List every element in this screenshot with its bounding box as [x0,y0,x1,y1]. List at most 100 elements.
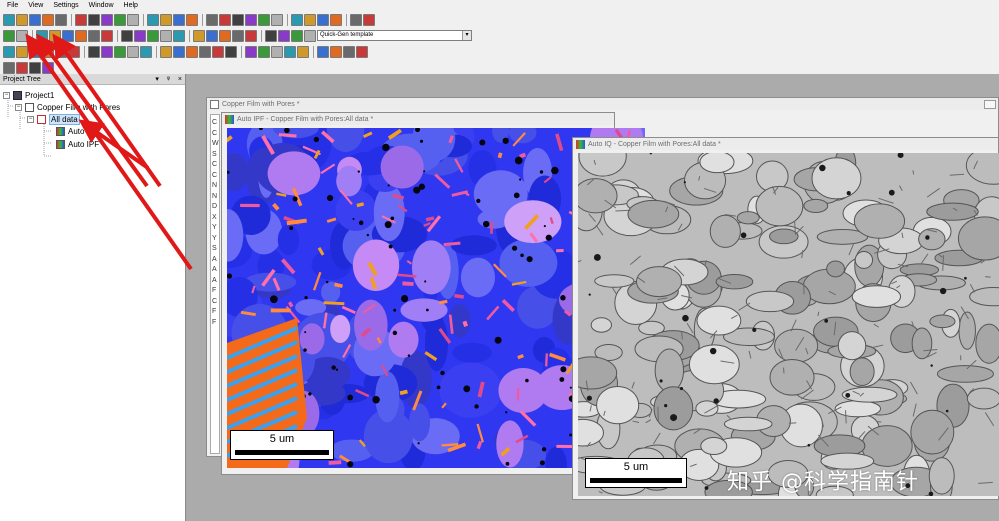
toolbar-button-icon[interactable] [68,45,80,58]
toolbar-button-icon[interactable] [219,29,231,42]
tree-item-project[interactable]: − Project1 [3,89,54,101]
toolbar-button-icon[interactable] [173,29,185,42]
toolbar-button-icon[interactable] [363,13,375,26]
toolbar-button-icon[interactable] [29,61,41,74]
toolbar-button-icon[interactable] [88,29,100,42]
toolbar-button-icon[interactable] [232,29,244,42]
ipf-window-titlebar[interactable]: Auto IPF - Copper Film with Pores:All da… [222,113,614,125]
toolbar-button-icon[interactable] [193,29,205,42]
toolbar-button-icon[interactable] [206,29,218,42]
menu-help[interactable]: Help [124,2,138,9]
dataset-window-titlebar[interactable]: Copper Film with Pores * [207,98,998,110]
toolbar-button-icon[interactable] [3,13,15,26]
toolbar-button-icon[interactable] [29,45,41,58]
toolbar-button-icon[interactable] [350,13,362,26]
toolbar-button-icon[interactable] [49,29,61,42]
toolbar-button-icon[interactable] [278,29,290,42]
ipf-map-window[interactable]: Auto IPF - Copper Film with Pores:All da… [221,112,645,475]
toolbar-button-icon[interactable] [36,29,48,42]
collapse-icon[interactable]: − [27,115,34,123]
toolbar-button-icon[interactable] [258,13,270,26]
toolbar-button-icon[interactable] [29,13,41,26]
toolbar-button-icon[interactable] [343,45,355,58]
toolbar-button-icon[interactable] [101,45,113,58]
toolbar-button-icon[interactable] [75,13,87,26]
toolbar-button-icon[interactable] [356,45,368,58]
toolbar-button-icon[interactable] [42,13,54,26]
toolbar-button-icon[interactable] [245,13,257,26]
toolbar-button-icon[interactable] [140,45,152,58]
toolbar-button-icon[interactable] [212,45,224,58]
toolbar-button-icon[interactable] [160,45,172,58]
toolbar-button-icon[interactable] [75,29,87,42]
toolbar-button-icon[interactable] [232,13,244,26]
toolbar-button-icon[interactable] [114,13,126,26]
toolbar-button-icon[interactable] [62,29,74,42]
toolbar-button-icon[interactable] [186,13,198,26]
toolbar-button-icon[interactable] [55,45,67,58]
toolbar-button-icon[interactable] [291,13,303,26]
toolbar-button-icon[interactable] [16,61,28,74]
toolbar-button-icon[interactable] [55,13,67,26]
toolbar-button-icon[interactable] [199,45,211,58]
pin-icon[interactable]: ᵠ [167,76,170,83]
toolbar-button-icon[interactable] [88,13,100,26]
toolbar-button-icon[interactable] [304,13,316,26]
toolbar-button-icon[interactable] [330,45,342,58]
close-icon[interactable]: × [178,76,182,83]
toolbar-button-icon[interactable] [121,29,133,42]
toolbar-button-icon[interactable] [160,13,172,26]
chevron-down-icon[interactable]: ▾ [462,31,471,40]
toolbar-button-icon[interactable] [225,45,237,58]
tree-item-auto-ipf[interactable]: Auto IPF [56,138,99,150]
toolbar-button-icon[interactable] [16,13,28,26]
toolbar-button-icon[interactable] [101,29,113,42]
toolbar-button-icon[interactable] [271,45,283,58]
toolbar-button-icon[interactable] [206,13,218,26]
toolbar-button-icon[interactable] [3,29,15,42]
restore-button[interactable] [984,100,996,109]
template-combo[interactable]: Quick-Gen template ▾ [317,30,472,41]
toolbar-button-icon[interactable] [3,61,15,74]
collapse-icon[interactable]: − [3,91,10,99]
tree-item-dataset[interactable]: − Copper Film with Pores [15,101,120,113]
toolbar-button-icon[interactable] [16,29,28,42]
toolbar-button-icon[interactable] [245,29,257,42]
toolbar-button-icon[interactable] [127,45,139,58]
toolbar-button-icon[interactable] [173,13,185,26]
toolbar-button-icon[interactable] [271,13,283,26]
toolbar-button-icon[interactable] [134,29,146,42]
toolbar-button-icon[interactable] [147,29,159,42]
toolbar-button-icon[interactable] [16,45,28,58]
collapse-icon[interactable]: − [15,103,22,111]
toolbar-button-icon[interactable] [147,13,159,26]
toolbar-button-icon[interactable] [291,29,303,42]
toolbar-button-icon[interactable] [160,29,172,42]
toolbar-button-icon[interactable] [245,45,257,58]
toolbar-button-icon[interactable] [88,45,100,58]
toolbar-button-icon[interactable] [173,45,185,58]
dropdown-icon[interactable]: ▾ [155,76,159,83]
toolbar-button-icon[interactable] [42,61,54,74]
toolbar-button-icon[interactable] [186,45,198,58]
toolbar-button-icon[interactable] [3,45,15,58]
toolbar-button-icon[interactable] [101,13,113,26]
iq-window-titlebar[interactable]: Auto IQ - Copper Film with Pores:All dat… [573,138,998,150]
toolbar-button-icon[interactable] [284,45,296,58]
menu-file[interactable]: File [7,2,18,9]
menu-window[interactable]: Window [89,2,114,9]
toolbar-button-icon[interactable] [317,13,329,26]
toolbar-button-icon[interactable] [265,29,277,42]
toolbar-button-icon[interactable] [297,45,309,58]
toolbar-button-icon[interactable] [42,45,54,58]
tree-item-all-data[interactable]: − All data [27,113,80,125]
toolbar-button-icon[interactable] [114,45,126,58]
toolbar-button-icon[interactable] [330,13,342,26]
toolbar-button-icon[interactable] [219,13,231,26]
toolbar-button-icon[interactable] [127,13,139,26]
iq-map-window[interactable]: Auto IQ - Copper Film with Pores:All dat… [572,137,999,500]
menu-settings[interactable]: Settings [53,2,78,9]
tree-item-auto-iq[interactable]: Auto IQ [56,125,95,137]
menu-view[interactable]: View [28,2,43,9]
toolbar-button-icon[interactable] [304,29,316,42]
